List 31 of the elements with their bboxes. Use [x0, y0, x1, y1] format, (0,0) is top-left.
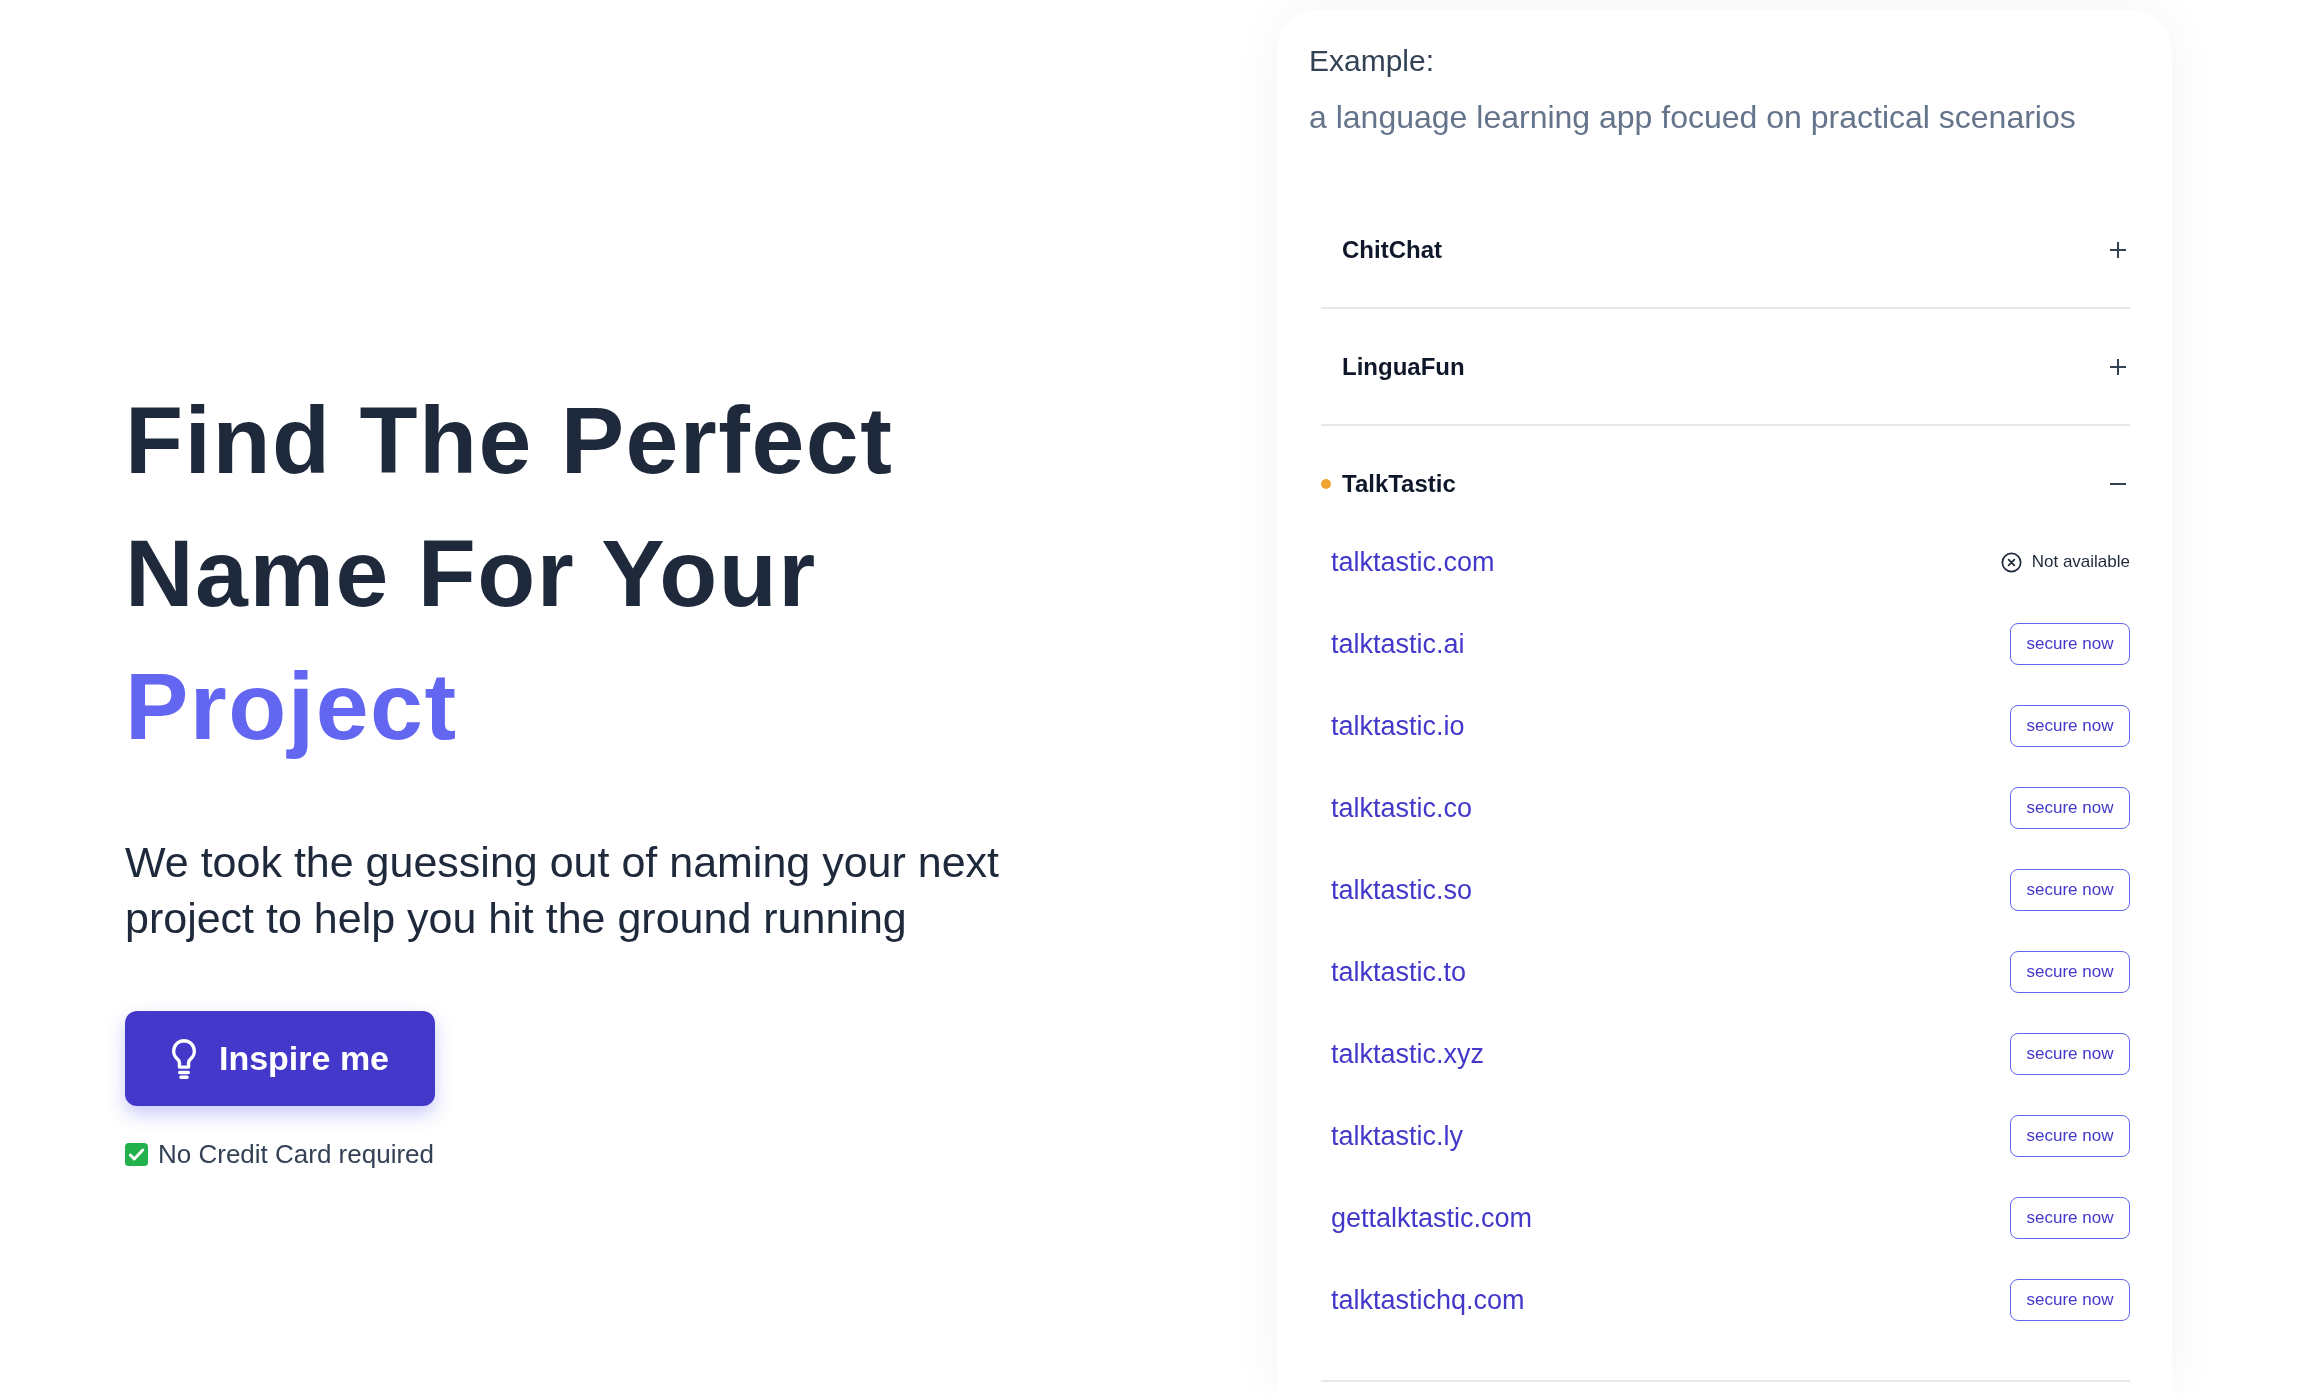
inspire-button[interactable]: Inspire me	[125, 1011, 435, 1106]
checkmark-icon	[125, 1142, 148, 1166]
secure-now-button[interactable]: secure now	[2010, 787, 2130, 829]
domain-name: talktastic.xyz	[1331, 1038, 1485, 1071]
domain-name: talktastic.io	[1331, 710, 1465, 743]
lightbulb-icon	[170, 1038, 197, 1079]
no-credit-card-note: No Credit Card required	[158, 1138, 434, 1171]
secure-now-button[interactable]: secure now	[2010, 1033, 2130, 1075]
domain-name: talktastic.co	[1331, 792, 1473, 825]
name-accordion-header[interactable]: ChitChat	[1321, 192, 2130, 307]
domain-name: gettalktastic.com	[1331, 1202, 1533, 1235]
headline: Find The Perfect Name For Your Project	[125, 386, 895, 761]
not-available-status: Not available	[2031, 551, 2130, 573]
example-label: Example:	[1309, 43, 1436, 79]
domain-name: talktastic.so	[1331, 874, 1473, 907]
secure-now-button[interactable]: secure now	[2010, 1197, 2130, 1239]
secure-now-button[interactable]: secure now	[2010, 869, 2130, 911]
domain-name: talktastic.ai	[1331, 628, 1465, 661]
secure-now-button[interactable]: secure now	[2010, 1279, 2130, 1321]
secure-now-button[interactable]: secure now	[2010, 705, 2130, 747]
domain-name: talktastichq.com	[1331, 1284, 1525, 1317]
example-description: a language learning app focued on practical scenarios	[1309, 98, 2077, 137]
domain-name: talktastic.ly	[1331, 1120, 1464, 1153]
domain-name: talktastic.com	[1331, 546, 1495, 579]
subheading: We took the guessing out of naming your next project to help you hit the ground running	[125, 837, 1001, 944]
secure-now-button[interactable]: secure now	[2010, 951, 2130, 993]
name-accordion-header[interactable]: TalkTastic	[1321, 426, 2130, 541]
domain-name: talktastic.to	[1331, 956, 1467, 989]
name-accordion-header[interactable]: LinguaFun	[1321, 309, 2130, 424]
secure-now-button[interactable]: secure now	[2010, 623, 2130, 665]
secure-now-button[interactable]: secure now	[2010, 1115, 2130, 1157]
